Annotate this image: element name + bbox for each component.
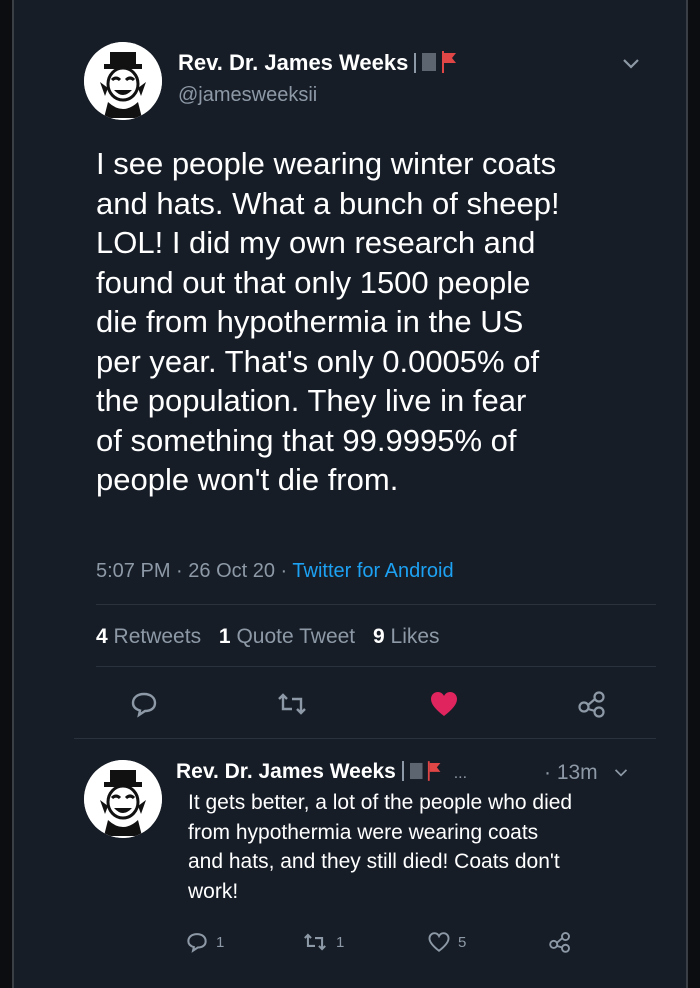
like-count: 5: [458, 933, 467, 951]
tweet-time[interactable]: 5:07 PM: [96, 560, 170, 582]
tweet-text-line: of something that 99.9995% of: [96, 422, 517, 458]
reply-share-button[interactable]: [548, 930, 572, 954]
tweet-source[interactable]: Twitter for Android: [292, 560, 453, 582]
like-button[interactable]: [424, 688, 464, 720]
flag-icon: [422, 51, 457, 73]
separator: [401, 761, 404, 781]
tweet-date[interactable]: 26 Oct 20: [188, 560, 275, 582]
retweet-icon: [278, 693, 306, 715]
reply-author-name[interactable]: Rev. Dr. James Weeks ...: [176, 760, 467, 784]
tweet-text-line: found out that only 1500 people: [96, 264, 531, 300]
retweets-stat[interactable]: 4 Retweets: [96, 625, 201, 648]
reply-text-line: It gets better, a lot of the people who …: [188, 791, 573, 814]
reply-reply-button[interactable]: 1: [186, 930, 224, 954]
reply-text: It gets better, a lot of the people who …: [188, 788, 658, 906]
tweet-meta: 5:07 PM · 26 Oct 20 · Twitter for Androi…: [96, 560, 454, 582]
tweet-text-line: I see people wearing winter coats: [96, 146, 557, 181]
retweet-icon: [304, 933, 326, 951]
tweet-stats: 4 Retweets 1 Quote Tweet 9 Likes: [96, 625, 440, 649]
share-button[interactable]: [572, 688, 612, 720]
retweet-count: 1: [336, 933, 345, 951]
avatar-image: [84, 760, 162, 838]
tweet-text-line: and hats. What a bunch of sheep!: [96, 185, 560, 221]
reply-time[interactable]: · 13m: [544, 761, 598, 785]
avatar[interactable]: [84, 42, 162, 120]
chevron-down-icon[interactable]: [614, 768, 628, 778]
flag-icon: [409, 761, 441, 781]
avatar-image: [84, 42, 162, 120]
author-handle[interactable]: @jamesweeksii: [178, 84, 317, 107]
chevron-down-icon[interactable]: [622, 58, 640, 70]
tweet-text-line: people won't die from.: [96, 462, 399, 497]
tweet-thread: Rev. Dr. James Weeks @jamesweeksii I see…: [12, 0, 688, 988]
tweet-text-line: per year. That's only 0.0005% of: [96, 343, 540, 379]
tweet-text: I see people wearing winter coats and ha…: [96, 144, 656, 500]
reply-avatar[interactable]: [84, 760, 162, 838]
reply-count: 1: [216, 933, 225, 951]
name-truncation: ...: [453, 765, 468, 782]
separator: [414, 53, 417, 73]
author-name[interactable]: Rev. Dr. James Weeks: [178, 50, 460, 76]
reply-text-line: from hypothermia were wearing coats: [188, 820, 539, 844]
retweet-button[interactable]: [272, 688, 312, 720]
reply-icon: [131, 692, 157, 718]
divider: [96, 604, 656, 605]
divider: [74, 738, 656, 739]
reply-button[interactable]: [126, 688, 162, 720]
tweet-text-line: LOL! I did my own research and: [96, 225, 536, 260]
reply-text-line: work!: [188, 879, 239, 903]
tweet-text-line: the population. They live in fear: [96, 383, 527, 418]
reply-retweet-button[interactable]: 1: [302, 930, 344, 954]
share-icon: [578, 691, 605, 718]
quote-tweets-stat[interactable]: 1 Quote Tweet: [219, 625, 355, 648]
reply-text-line: and hats, and they still died! Coats don…: [188, 850, 560, 873]
heart-icon: [428, 932, 450, 953]
divider: [96, 666, 656, 667]
tweet-text-line: die from hypothermia in the US: [96, 304, 524, 339]
heart-icon: [431, 692, 457, 716]
reply-icon: [187, 933, 207, 953]
share-icon: [549, 932, 570, 953]
reply-like-button[interactable]: 5: [428, 930, 466, 954]
likes-stat[interactable]: 9 Likes: [373, 625, 440, 648]
